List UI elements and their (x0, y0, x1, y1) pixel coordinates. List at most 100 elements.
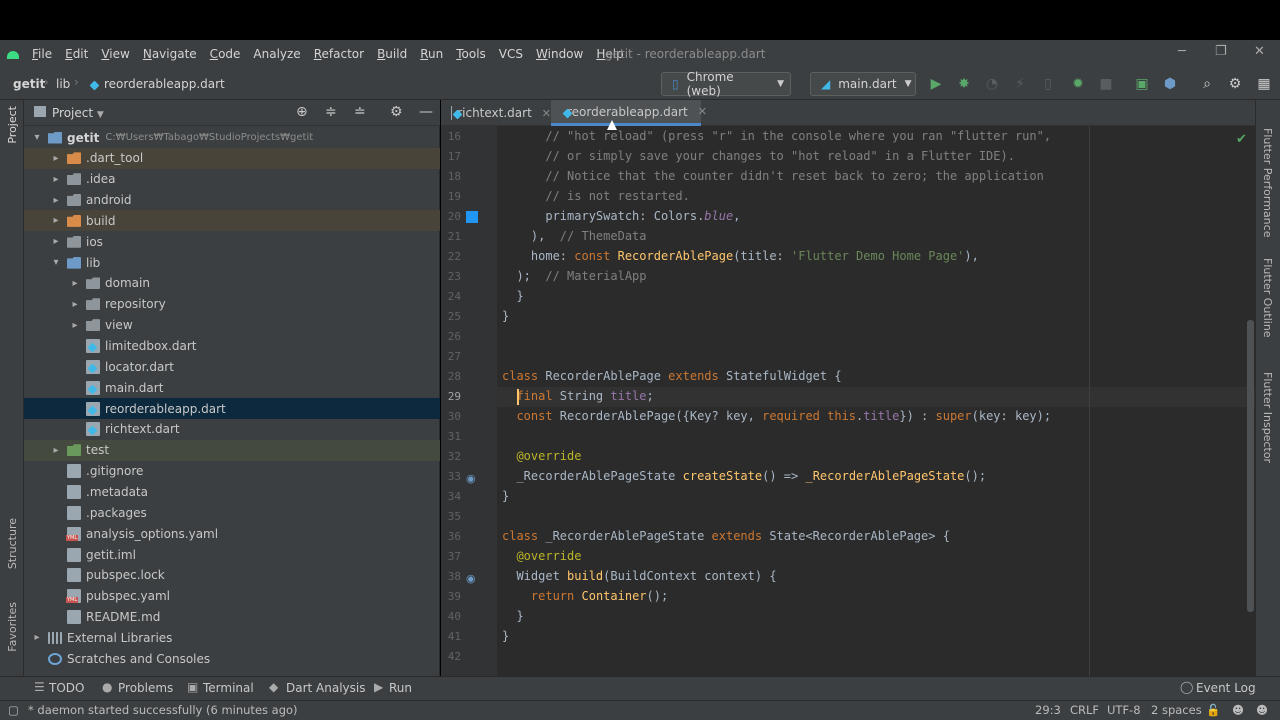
tree-item[interactable]: ▸ .dart_tool (24, 147, 440, 169)
breadcrumb-project[interactable]: getit (13, 77, 45, 91)
tab-reorderableapp[interactable]: reorderableapp.dart ✕ (551, 100, 707, 126)
chevron-icon[interactable]: ▸ (68, 299, 82, 310)
code-line[interactable]: } (502, 609, 523, 623)
chevron-icon[interactable]: ▸ (49, 236, 63, 247)
device-manager-icon[interactable]: ▣ (1132, 74, 1152, 94)
more-icon[interactable]: ▦ (1254, 74, 1274, 94)
chevron-icon[interactable]: ▾ (30, 132, 44, 143)
chevron-icon[interactable]: ▸ (49, 153, 63, 164)
tool-problems[interactable]: Problems (118, 681, 173, 695)
indent-setting[interactable]: 2 spaces (1151, 703, 1202, 717)
tree-item[interactable]: main.dart (24, 377, 440, 398)
code-line[interactable]: ), // ThemeData (502, 229, 647, 243)
tree-item[interactable]: ▸ repository (24, 294, 440, 315)
code-line[interactable]: // Notice that the counter didn't reset … (502, 169, 1044, 183)
tree-item[interactable]: ▾ getit C:₩Users₩Tabago₩StudioProjects₩get… (24, 127, 440, 148)
line-separator[interactable]: CRLF (1070, 703, 1099, 717)
menu-code[interactable]: Code (210, 47, 241, 61)
menu-build[interactable]: Build (377, 47, 407, 61)
tree-item[interactable]: ▸ .idea (24, 169, 440, 190)
menu-file[interactable]: File (32, 47, 52, 61)
menu-edit[interactable]: Edit (65, 47, 88, 61)
tab-richtext[interactable]: richtext.dart ✕ (441, 100, 551, 126)
hot-reload-icon[interactable]: ⚡ (1010, 74, 1030, 94)
menu-vcs[interactable]: VCS (499, 47, 523, 61)
color-swatch-icon[interactable] (466, 211, 478, 223)
tree-item[interactable]: limitedbox.dart (24, 336, 440, 357)
tool-run[interactable]: Run (389, 681, 412, 695)
code-line[interactable]: } (502, 629, 509, 643)
code-line[interactable]: home: const RecorderAblePage(title: 'Flu… (502, 249, 979, 263)
code-line[interactable]: @override (502, 449, 581, 463)
code-line[interactable]: // "hot reload" (press "r" in the consol… (502, 129, 1051, 143)
gear-icon[interactable]: ⚙ (1225, 74, 1245, 94)
locate-icon[interactable]: ⊕ (296, 104, 308, 120)
file-encoding[interactable]: UTF-8 (1107, 703, 1141, 717)
tab-project[interactable]: Project (6, 106, 19, 144)
tab-flutter-outline[interactable]: Flutter Outline (1261, 258, 1274, 338)
code-line[interactable]: primarySwatch: Colors.blue, (502, 209, 740, 223)
gear-icon[interactable]: ⚙ (390, 104, 403, 120)
chevron-icon[interactable]: ▸ (49, 215, 63, 226)
tree-item[interactable]: analysis_options.yaml (24, 523, 440, 544)
code-line[interactable]: ); // MaterialApp (502, 269, 646, 283)
breadcrumb-file[interactable]: reorderableapp.dart (104, 77, 225, 91)
menu-tools[interactable]: Tools (456, 47, 486, 61)
status-toggle-icon[interactable]: ▢ (8, 703, 19, 717)
breadcrumb-folder[interactable]: lib (56, 77, 70, 91)
run-icon[interactable]: ▶ (926, 74, 946, 94)
menu-view[interactable]: View (101, 47, 129, 61)
inspector-face-icon[interactable]: ☻ (1232, 703, 1244, 717)
tree-item[interactable]: .metadata (24, 481, 440, 502)
tree-item[interactable]: ▸ android (24, 190, 440, 211)
collapse-all-icon[interactable]: ≐ (354, 104, 366, 120)
tree-item[interactable]: ▸ test (24, 439, 440, 461)
device-selector[interactable]: ▯ Chrome (web) ▼ (661, 70, 791, 98)
code-line[interactable]: // is not restarted. (502, 189, 690, 203)
profile-icon[interactable]: ◔ (982, 74, 1002, 94)
search-icon[interactable]: ⌕ (1197, 74, 1217, 94)
override-marker-icon[interactable]: ◉ (466, 572, 476, 585)
tree-item[interactable]: ▸ build (24, 210, 440, 232)
code-line[interactable]: } (502, 289, 523, 303)
lock-icon[interactable]: 🔓 (1206, 703, 1220, 717)
code-line[interactable]: _RecorderAblePageState createState() => … (502, 469, 986, 483)
menu-analyze[interactable]: Analyze (253, 47, 300, 61)
tool-todo[interactable]: TODO (49, 681, 84, 695)
code-line[interactable]: // or simply save your changes to "hot r… (502, 149, 1015, 163)
tree-item[interactable]: ▸ view (24, 315, 440, 336)
menu-run[interactable]: Run (420, 47, 443, 61)
project-panel-title[interactable]: Project ▼ (52, 106, 104, 120)
code-line[interactable]: return Container(); (502, 589, 668, 603)
tab-structure[interactable]: Structure (6, 518, 19, 569)
minimize-button[interactable]: ─ (1178, 44, 1186, 59)
code-line[interactable]: Widget build(BuildContext context) { (502, 569, 776, 583)
expand-all-icon[interactable]: ≑ (325, 104, 337, 120)
chevron-icon[interactable]: ▸ (30, 632, 44, 643)
code-line[interactable]: } (502, 489, 509, 503)
chevron-icon[interactable]: ▸ (68, 278, 82, 289)
tree-item[interactable]: .packages (24, 502, 440, 523)
override-marker-icon[interactable]: ◉ (466, 472, 476, 485)
tree-item[interactable]: ▸ domain (24, 273, 440, 294)
chevron-icon[interactable]: ▸ (49, 195, 63, 206)
tree-item[interactable]: .gitignore (24, 461, 440, 482)
notifications-icon[interactable]: ☻ (1256, 703, 1268, 717)
chevron-icon[interactable]: ▸ (49, 445, 63, 456)
chevron-icon[interactable]: ▸ (68, 320, 82, 331)
restore-button[interactable]: ❐ (1215, 44, 1227, 59)
tool-dart-analysis[interactable]: Dart Analysis (286, 681, 366, 695)
code-line[interactable]: final String title; (502, 389, 653, 403)
tool-terminal[interactable]: Terminal (203, 681, 254, 695)
chevron-icon[interactable]: ▾ (49, 257, 63, 268)
code-line[interactable]: class RecorderAblePage extends StatefulW… (502, 369, 842, 383)
debug-icon[interactable]: ✸ (954, 74, 974, 94)
menu-window[interactable]: Window (536, 47, 583, 61)
tree-item[interactable]: reorderableapp.dart (24, 398, 440, 420)
hot-restart-icon[interactable]: ▯ (1038, 74, 1058, 94)
code-line[interactable]: } (502, 309, 509, 323)
tree-item[interactable]: ▸ ios (24, 231, 440, 252)
tree-item[interactable]: pubspec.lock (24, 565, 440, 586)
menu-refactor[interactable]: Refactor (314, 47, 364, 61)
event-log[interactable]: Event Log (1196, 681, 1256, 695)
